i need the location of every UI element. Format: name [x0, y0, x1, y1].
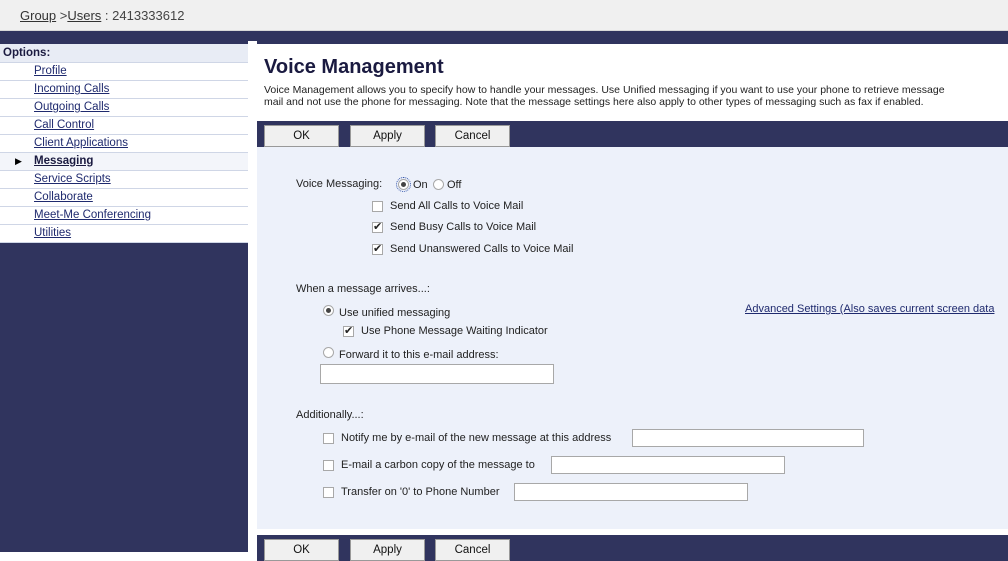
send-all-calls-checkbox[interactable] [372, 201, 383, 212]
sidebar: Options: Profile Incoming Calls Outgoing… [0, 41, 248, 552]
cancel-button[interactable]: Cancel [435, 125, 510, 147]
voice-messaging-on-radio[interactable] [396, 177, 411, 192]
cancel-button[interactable]: Cancel [435, 539, 510, 561]
voice-messaging-off-radio[interactable] [433, 179, 444, 190]
options-list: Options: Profile Incoming Calls Outgoing… [0, 44, 248, 243]
forward-email-field[interactable] [320, 364, 554, 384]
breadcrumb-users-link[interactable]: Users [67, 8, 101, 23]
settings-form: Voice Messaging: On Off Send All Calls t… [257, 147, 1008, 529]
sidebar-item-incoming-calls[interactable]: Incoming Calls [0, 81, 248, 99]
sidebar-item-messaging[interactable]: ▶ Messaging [0, 153, 248, 171]
message-waiting-indicator-checkbox[interactable] [343, 324, 354, 337]
breadcrumb-user-id: 2413333612 [112, 8, 185, 23]
sidebar-item-outgoing-calls[interactable]: Outgoing Calls [0, 99, 248, 117]
breadcrumb-group-link[interactable]: Group [20, 8, 56, 23]
sidebar-item-client-applications[interactable]: Client Applications [0, 135, 248, 153]
unified-messaging-radio[interactable] [323, 305, 334, 316]
breadcrumb: Group >Users : 2413333612 [20, 8, 184, 23]
advanced-settings-link[interactable]: Advanced Settings (Also saves current sc… [745, 303, 994, 315]
sidebar-item-profile[interactable]: Profile [0, 63, 248, 81]
ok-button[interactable]: OK [264, 125, 339, 147]
transfer-zero-label: Transfer on '0' to Phone Number [341, 486, 500, 498]
sidebar-item-label: Messaging [34, 155, 94, 167]
send-busy-calls-label: Send Busy Calls to Voice Mail [390, 221, 537, 233]
transfer-phone-field[interactable] [514, 483, 748, 501]
options-title: Options: [0, 44, 248, 63]
carbon-copy-field[interactable] [551, 456, 785, 474]
notify-email-field[interactable] [632, 429, 864, 447]
voice-messaging-label: Voice Messaging: [296, 178, 383, 190]
carbon-copy-label: E-mail a carbon copy of the message to [341, 459, 535, 471]
forward-email-label: Forward it to this e-mail address: [339, 349, 499, 361]
main-content: Voice Management Voice Management allows… [257, 44, 1008, 561]
top-button-bar: OK Apply Cancel [257, 121, 1008, 147]
ok-button[interactable]: OK [264, 539, 339, 561]
send-busy-calls-checkbox[interactable] [372, 220, 383, 233]
header-divider [0, 31, 1008, 41]
notify-email-checkbox[interactable] [323, 433, 334, 444]
carbon-copy-checkbox[interactable] [323, 460, 334, 471]
bottom-button-bar: OK Apply Cancel [257, 535, 1008, 561]
voice-messaging-off-label: Off [447, 179, 462, 191]
sidebar-item-meet-me-conferencing[interactable]: Meet-Me Conferencing [0, 207, 248, 225]
apply-button[interactable]: Apply [350, 539, 425, 561]
sidebar-item-utilities[interactable]: Utilities [0, 225, 248, 243]
message-waiting-indicator-label: Use Phone Message Waiting Indicator [361, 325, 548, 337]
main-panel: Voice Management Voice Management allows… [257, 41, 1008, 561]
send-all-calls-label: Send All Calls to Voice Mail [390, 200, 524, 212]
breadcrumb-separator: : [101, 8, 113, 23]
sidebar-item-service-scripts[interactable]: Service Scripts [0, 171, 248, 189]
forward-email-radio[interactable] [323, 347, 334, 358]
page-title: Voice Management [264, 56, 444, 78]
breadcrumb-separator: > [56, 8, 68, 23]
sidebar-item-collaborate[interactable]: Collaborate [0, 189, 248, 207]
apply-button[interactable]: Apply [350, 125, 425, 147]
title-area: Voice Management Voice Management allows… [257, 44, 1008, 116]
notify-email-label: Notify me by e-mail of the new message a… [341, 432, 612, 444]
description-line: mail and not use the phone for messaging… [264, 96, 924, 108]
unified-messaging-label: Use unified messaging [339, 307, 451, 319]
voice-messaging-on-label: On [413, 179, 428, 191]
message-arrives-label: When a message arrives...: [296, 283, 430, 295]
top-bar: Group >Users : 2413333612 [0, 0, 1008, 31]
additionally-label: Additionally...: [296, 409, 364, 421]
description-line: Voice Management allows you to specify h… [264, 84, 945, 96]
send-unanswered-calls-checkbox[interactable] [372, 242, 383, 255]
page-description: Voice Management allows you to specify h… [264, 84, 1008, 108]
active-arrow-icon: ▶ [15, 156, 22, 166]
transfer-zero-checkbox[interactable] [323, 487, 334, 498]
send-unanswered-calls-label: Send Unanswered Calls to Voice Mail [390, 243, 574, 255]
sidebar-item-call-control[interactable]: Call Control [0, 117, 248, 135]
